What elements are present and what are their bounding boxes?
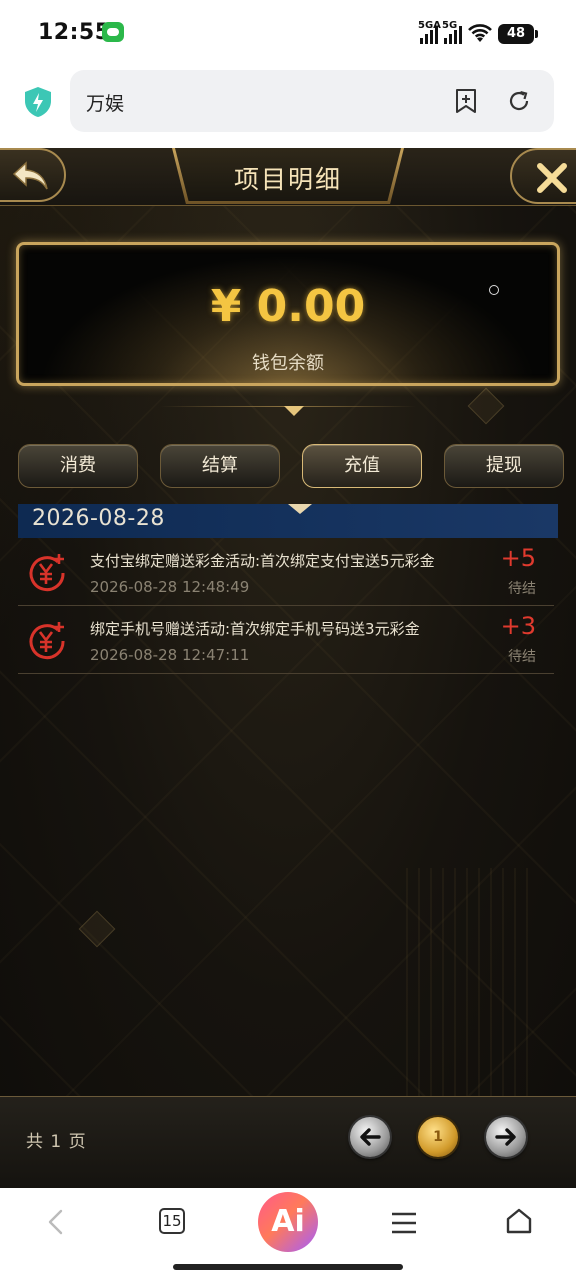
prev-page-button[interactable] (350, 1117, 390, 1157)
tab-settle[interactable]: 结算 (160, 444, 280, 488)
signal-5ga-icon: 5GA (418, 20, 441, 44)
home-icon[interactable] (504, 1206, 534, 1236)
page-count-text: 共 1 页 (26, 1132, 87, 1152)
security-shield-icon[interactable] (24, 86, 52, 118)
status-bar: 12:55 5GA 5G 48 (0, 0, 576, 64)
header-bar: 项目明细 (0, 148, 576, 206)
decorative-diamond (78, 910, 116, 948)
ai-assistant-button[interactable]: Ai (258, 1192, 318, 1252)
list-item[interactable]: 支付宝绑定赠送彩金活动:首次绑定支付宝送5元彩金 2026-08-28 12:4… (18, 538, 554, 606)
record-time: 2026-08-28 12:47:11 (90, 646, 250, 664)
page-title: 项目明细 (233, 165, 342, 194)
record-status: 待结 (508, 649, 536, 665)
message-app-icon (102, 22, 124, 42)
tab-consume[interactable]: 消费 (18, 444, 138, 488)
nav-back-icon[interactable] (44, 1208, 68, 1236)
decorative-diamond (467, 387, 505, 425)
wallet-balance-label: 钱包余额 (252, 353, 324, 374)
card-pointer-icon (284, 406, 304, 416)
pagination-bar: 共 1 页 1 (0, 1096, 576, 1188)
record-title: 支付宝绑定赠送彩金活动:首次绑定支付宝送5元彩金 (90, 552, 435, 570)
browser-bottom-nav: 15 Ai (0, 1188, 576, 1280)
close-icon (537, 163, 567, 193)
home-indicator[interactable] (173, 1264, 403, 1270)
tab-withdraw[interactable]: 提现 (444, 444, 564, 488)
tab-recharge[interactable]: 充值 (302, 444, 422, 488)
wallet-balance-amount: ¥ 0.00 (210, 281, 366, 332)
game-content: 项目明细 ¥ 0.00 钱包余额 消费 结算 充值 提现 2026-08-28 … (0, 148, 576, 1188)
current-page-button[interactable]: 1 (418, 1117, 458, 1157)
url-text[interactable]: 万娱 (86, 89, 124, 116)
category-tabs: 消费 结算 充值 提现 (18, 444, 564, 488)
record-status: 待结 (508, 581, 536, 597)
active-tab-pointer-icon (288, 504, 312, 514)
signal-5g-icon: 5G (442, 20, 462, 44)
list-item[interactable]: 绑定手机号赠送活动:首次绑定手机号码送3元彩金 2026-08-28 12:47… (18, 606, 554, 674)
wifi-icon (468, 24, 492, 44)
url-field[interactable]: 万娱 (70, 70, 554, 132)
status-time: 12:55 (38, 20, 111, 45)
date-group-text: 2026-08-28 (32, 506, 165, 531)
record-amount: +5 (500, 544, 536, 572)
network-label-2: 5G (442, 20, 458, 31)
sparkle-icon (489, 285, 499, 295)
battery-icon: 48 (498, 24, 538, 44)
bonus-yuan-icon (29, 554, 65, 592)
next-page-button[interactable] (486, 1117, 526, 1157)
arrow-left-icon (360, 1128, 381, 1146)
close-button[interactable] (510, 148, 576, 204)
record-title: 绑定手机号赠送活动:首次绑定手机号码送3元彩金 (90, 620, 420, 638)
record-time: 2026-08-28 12:48:49 (90, 578, 250, 596)
wallet-balance-card: ¥ 0.00 钱包余额 (16, 242, 560, 386)
add-bookmark-icon[interactable] (454, 88, 478, 114)
browser-address-bar: 万娱 (0, 64, 576, 148)
bonus-yuan-icon (29, 622, 65, 660)
reload-icon[interactable] (506, 88, 532, 114)
status-icons: 5GA 5G 48 (418, 18, 538, 44)
back-arrow-icon (12, 161, 48, 190)
menu-icon[interactable] (390, 1210, 418, 1236)
network-label-1: 5GA (418, 20, 441, 31)
tabs-count-button[interactable]: 15 (159, 1208, 185, 1234)
back-button[interactable] (0, 148, 66, 202)
record-amount: +3 (500, 612, 536, 640)
arrow-right-icon (495, 1128, 516, 1146)
